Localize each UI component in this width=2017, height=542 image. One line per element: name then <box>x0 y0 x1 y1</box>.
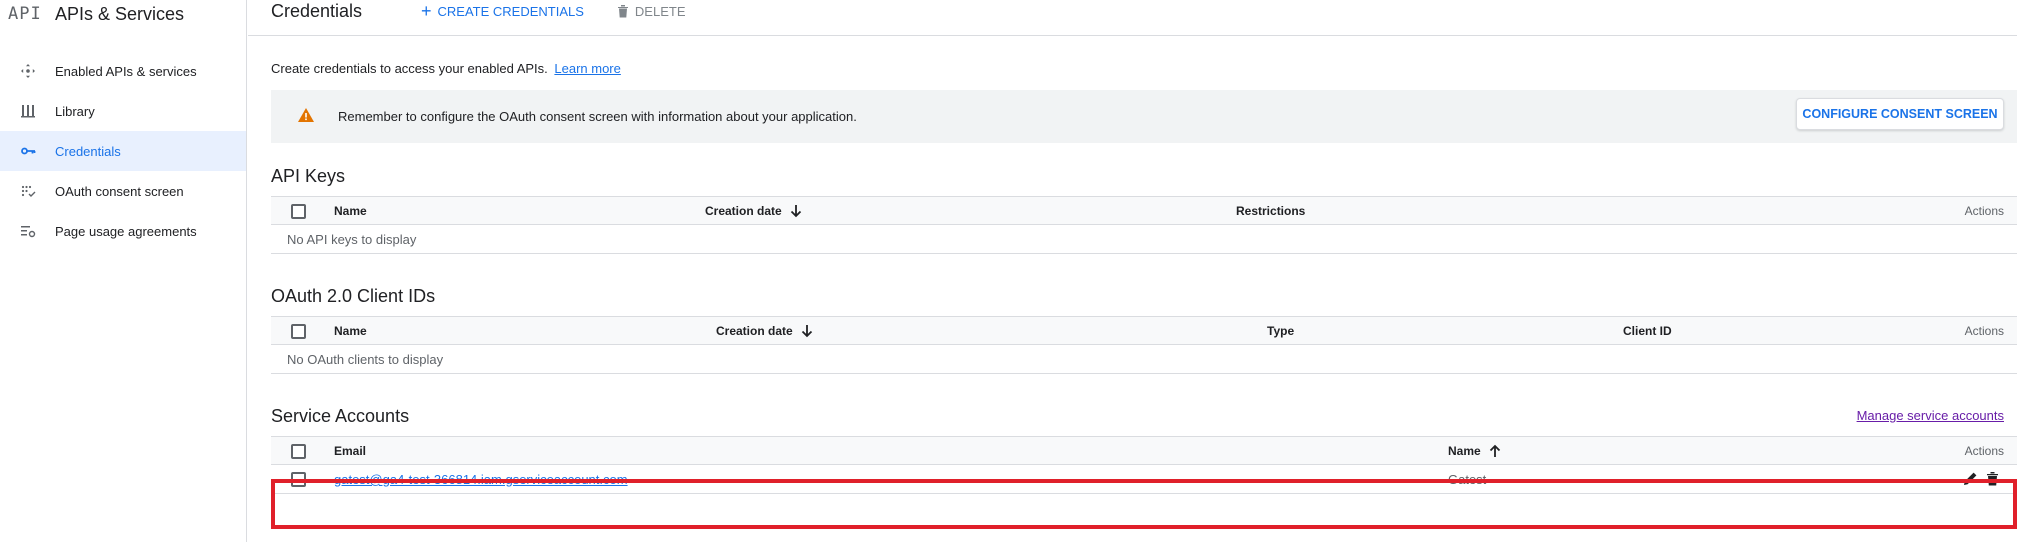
column-name[interactable]: Name <box>1448 444 1501 458</box>
create-credentials-label: CREATE CREDENTIALS <box>437 3 584 19</box>
intro-text: Create credentials to access your enable… <box>271 61 2017 76</box>
page-header: Credentials + CREATE CREDENTIALS DELETE <box>248 0 2017 36</box>
settings-list-icon <box>0 223 55 239</box>
select-all-checkbox[interactable] <box>291 324 306 339</box>
select-all-checkbox[interactable] <box>291 444 306 459</box>
column-actions: Actions <box>1964 204 2004 218</box>
consent-warning-banner: Remember to configure the OAuth consent … <box>271 90 2017 143</box>
service-accounts-title: Service Accounts <box>271 406 410 426</box>
banner-message: Remember to configure the OAuth consent … <box>338 109 857 124</box>
table-header: Email Name Actions <box>271 437 2017 465</box>
delete-button[interactable]: DELETE <box>617 3 686 19</box>
column-creation-date[interactable]: Creation date <box>705 204 802 218</box>
configure-consent-screen-button[interactable]: CONFIGURE CONSENT SCREEN <box>1796 98 2004 130</box>
plus-icon: + <box>421 1 432 21</box>
sidebar-item-page-usage[interactable]: Page usage agreements <box>0 211 246 251</box>
diamond-dots-icon <box>0 63 55 79</box>
arrow-down-icon <box>790 204 802 218</box>
sidebar-item-label: Credentials <box>55 143 121 159</box>
intro-message: Create credentials to access your enable… <box>271 61 548 76</box>
empty-row: No API keys to display <box>271 225 2017 254</box>
column-actions: Actions <box>1964 324 2004 338</box>
sidebar-item-label: Page usage agreements <box>55 223 197 239</box>
sidebar: API APIs & Services Enabled APIs & servi… <box>0 0 247 542</box>
sidebar-item-oauth-consent[interactable]: OAuth consent screen <box>0 171 246 211</box>
sidebar-item-label: OAuth consent screen <box>55 183 184 199</box>
column-label: Creation date <box>716 324 793 338</box>
sidebar-item-label: Enabled APIs & services <box>55 63 197 79</box>
column-actions: Actions <box>1964 444 2004 458</box>
delete-label: DELETE <box>634 3 686 19</box>
sidebar-header: API APIs & Services <box>0 0 246 28</box>
sidebar-nav: Enabled APIs & services Library Credenti… <box>0 51 246 251</box>
sidebar-item-library[interactable]: Library <box>0 91 246 131</box>
column-restrictions: Restrictions <box>1236 204 1306 218</box>
oauth-clients-title: OAuth 2.0 Client IDs <box>271 286 436 306</box>
create-credentials-button[interactable]: + CREATE CREDENTIALS <box>421 1 584 21</box>
column-name[interactable]: Name <box>334 204 367 218</box>
library-icon <box>0 103 55 119</box>
sidebar-item-enabled-apis[interactable]: Enabled APIs & services <box>0 51 246 91</box>
api-logo: API <box>8 4 42 24</box>
empty-message: No OAuth clients to display <box>287 352 444 367</box>
sidebar-item-credentials[interactable]: Credentials <box>0 131 246 171</box>
product-title: APIs & Services <box>55 3 185 24</box>
oauth-clients-table: Name Creation date Type Client ID Action… <box>271 316 2017 374</box>
table-header: Name Creation date Restrictions Actions <box>271 197 2017 225</box>
column-name[interactable]: Name <box>334 324 367 338</box>
page-title: Credentials <box>271 1 363 21</box>
table-header: Name Creation date Type Client ID Action… <box>271 317 2017 345</box>
api-keys-table: Name Creation date Restrictions Actions … <box>271 196 2017 254</box>
column-creation-date[interactable]: Creation date <box>716 324 813 338</box>
column-client-id: Client ID <box>1623 324 1672 338</box>
column-label: Name <box>1448 444 1481 458</box>
key-icon <box>0 143 55 159</box>
row-highlight-box <box>271 479 2017 529</box>
arrow-up-icon <box>1489 444 1501 458</box>
select-all-checkbox[interactable] <box>291 204 306 219</box>
consent-dots-icon <box>0 183 55 199</box>
manage-service-accounts-link[interactable]: Manage service accounts <box>1857 408 2004 423</box>
column-label: Creation date <box>705 204 782 218</box>
sidebar-item-label: Library <box>55 103 95 119</box>
learn-more-link[interactable]: Learn more <box>554 61 620 76</box>
main-content: Create credentials to access your enable… <box>271 36 2017 494</box>
service-accounts-heading: Service Accounts Manage service accounts <box>271 405 2017 427</box>
column-type: Type <box>1267 324 1295 338</box>
warning-icon <box>298 108 314 125</box>
empty-message: No API keys to display <box>287 232 417 247</box>
trash-icon <box>617 4 629 18</box>
empty-row: No OAuth clients to display <box>271 345 2017 374</box>
arrow-down-icon <box>801 324 813 338</box>
api-keys-title: API Keys <box>271 166 346 186</box>
column-email[interactable]: Email <box>334 444 366 458</box>
